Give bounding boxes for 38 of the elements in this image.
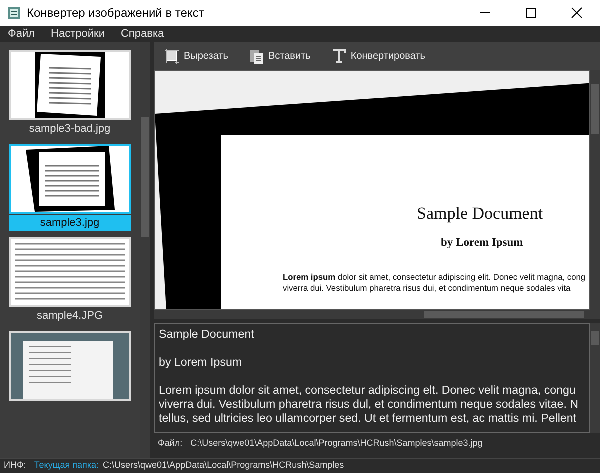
thumbnail-label: sample3-bad.jpg <box>28 122 112 137</box>
paste-icon <box>248 48 264 64</box>
toolbar-button[interactable]: Конвертировать <box>324 46 432 66</box>
output-text-area[interactable] <box>154 323 590 433</box>
toolbar-button[interactable]: Вставить <box>242 46 317 66</box>
document-subtitle: by Lorem Ipsum <box>441 236 524 250</box>
file-path: C:\Users\qwe01\AppData\Local\Programs\HCRush\Samples\sample3.jpg <box>190 437 483 450</box>
close-icon[interactable] <box>570 7 584 19</box>
app-icon <box>7 6 21 20</box>
scrollbar[interactable] <box>590 70 600 310</box>
document-text-line: viverra dui. Vestibulum pharetra risus dui, et condimentum neque sodales vita <box>283 282 572 294</box>
output-text-line: viverra dui. Vestibulum pharetra risus dul, et condimentum neque sodales vitae. N <box>159 398 580 412</box>
text-icon <box>330 48 347 64</box>
output-text-line: Lorem ipsum dolor sit amet, consectetur adipiscing elt. Donec velit magna, congu <box>159 384 577 398</box>
folder-path: C:\Users\qwe01\AppData\Local\Programs\HCRush\Samples <box>103 459 344 472</box>
menu-item[interactable]: Файл <box>8 26 36 42</box>
document-text-line: Lorem ipsum dolor sit amet, consectetur adipiscing elit. Donec velit magna, cong <box>283 272 587 283</box>
document-title: Sample Document <box>417 203 544 225</box>
scrollbar[interactable] <box>154 310 600 319</box>
status-label: ИНФ: <box>4 459 26 472</box>
output-text-line: Sample Document <box>159 328 256 342</box>
thumbnail-label: sample4.JPG <box>36 309 104 324</box>
toolbar-button[interactable]: Вырезать <box>158 46 234 66</box>
output-text-line: tellus, sed ultricies leo ullamcorper sed. Ut et fermentum est, ac mattis mi. Pellent <box>159 412 578 426</box>
menu-item[interactable]: Настройки <box>51 26 105 42</box>
output-text-line: by Lorem Ipsum <box>159 356 244 370</box>
maximize-icon[interactable] <box>524 7 538 19</box>
scrollbar[interactable] <box>590 323 600 433</box>
thumbnail[interactable] <box>9 237 131 307</box>
thumbnail[interactable] <box>9 144 131 214</box>
crop-icon <box>164 48 180 64</box>
menu-item[interactable]: Справка <box>120 26 164 42</box>
window-title: Конвертер изображений в текст <box>27 5 206 22</box>
folder-label: Текущая папка: <box>34 459 100 472</box>
thumbnail[interactable] <box>9 50 131 120</box>
thumbnail-label: sample3.jpg <box>9 214 131 231</box>
thumbnail[interactable] <box>9 330 131 400</box>
file-label: Файл: <box>158 437 183 450</box>
